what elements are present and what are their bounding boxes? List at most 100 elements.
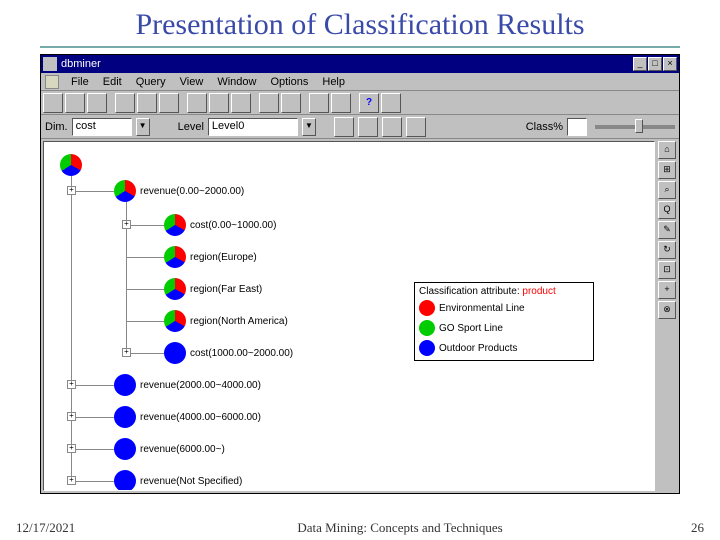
tree-node[interactable]: revenue(6000.00~) — [114, 438, 225, 460]
menu-query[interactable]: Query — [130, 75, 172, 89]
view-button-1[interactable] — [334, 117, 354, 137]
tree-node[interactable]: revenue(4000.00~6000.00) — [114, 406, 261, 428]
pie-icon — [114, 470, 136, 491]
tree-node[interactable]: region(Europe) — [164, 246, 257, 268]
legend-swatch-blue — [419, 340, 435, 356]
footer-date: 12/17/2021 — [16, 520, 136, 536]
pie-icon — [164, 310, 186, 332]
tree-expander[interactable]: + — [67, 476, 76, 485]
tree-expander[interactable]: + — [67, 444, 76, 453]
tree-connector — [126, 257, 164, 258]
pie-icon — [164, 342, 186, 364]
level-dropdown-arrow[interactable]: ▼ — [302, 118, 316, 136]
toolbar-help-button[interactable]: ? — [359, 93, 379, 113]
side-refresh-icon[interactable]: ↻ — [658, 241, 676, 259]
tree-node[interactable]: region(Far East) — [164, 278, 262, 300]
tree-expander[interactable]: + — [122, 348, 131, 357]
menu-window[interactable]: Window — [211, 75, 262, 89]
tree-node-label: region(North America) — [190, 316, 288, 327]
side-plus-icon[interactable]: + — [658, 281, 676, 299]
menu-edit[interactable]: Edit — [97, 75, 128, 89]
toolbar-button-5[interactable] — [137, 93, 157, 113]
class-field[interactable] — [567, 118, 587, 136]
toolbar-button-6[interactable] — [159, 93, 179, 113]
toolbar-button-12[interactable] — [309, 93, 329, 113]
legend-swatch-red — [419, 300, 435, 316]
minimize-button[interactable]: _ — [633, 57, 647, 71]
toolbar-button-3[interactable] — [87, 93, 107, 113]
side-edit-icon[interactable]: ✎ — [658, 221, 676, 239]
footer-title: Data Mining: Concepts and Techniques — [136, 520, 664, 536]
menu-view[interactable]: View — [174, 75, 210, 89]
view-button-3[interactable] — [382, 117, 402, 137]
menu-file[interactable]: File — [65, 75, 95, 89]
toolbar-button-8[interactable] — [209, 93, 229, 113]
tree-connector — [71, 176, 72, 476]
toolbar-button-9[interactable] — [231, 93, 251, 113]
tree-node-label: region(Europe) — [190, 252, 257, 263]
window-controls: _ □ × — [633, 57, 677, 71]
side-toolbar: ⌂ ⊞ ⌕ Q ✎ ↻ ⊡ + ⊗ — [657, 139, 679, 493]
view-button-2[interactable] — [358, 117, 378, 137]
pie-icon — [114, 406, 136, 428]
slide-footer: 12/17/2021 Data Mining: Concepts and Tec… — [0, 520, 720, 536]
pie-icon — [114, 438, 136, 460]
tree-node-label: cost(0.00~1000.00) — [190, 220, 276, 231]
tree-connector — [71, 417, 114, 418]
side-cancel-icon[interactable]: ⊗ — [658, 301, 676, 319]
tree-node[interactable]: region(North America) — [164, 310, 288, 332]
toolbar-button-7[interactable] — [187, 93, 207, 113]
toolbar-button-1[interactable] — [43, 93, 63, 113]
class-slider[interactable] — [595, 125, 675, 129]
dim-dropdown[interactable]: cost — [72, 118, 132, 136]
dim-label: Dim. — [45, 121, 68, 133]
tree-node[interactable] — [60, 154, 82, 176]
dim-dropdown-arrow[interactable]: ▼ — [136, 118, 150, 136]
tree-expander[interactable]: + — [67, 380, 76, 389]
tree-node[interactable]: cost(1000.00~2000.00) — [164, 342, 293, 364]
menu-help[interactable]: Help — [316, 75, 351, 89]
class-slider-thumb[interactable] — [635, 119, 643, 133]
legend-swatch-green — [419, 320, 435, 336]
tree-node[interactable]: revenue(Not Specified) — [114, 470, 242, 491]
title-underline — [40, 46, 680, 48]
toolbar-button-10[interactable] — [259, 93, 279, 113]
tree-node-label: revenue(0.00~2000.00) — [140, 186, 244, 197]
maximize-button[interactable]: □ — [648, 57, 662, 71]
toolbar-button-2[interactable] — [65, 93, 85, 113]
side-grid-icon[interactable]: ⊞ — [658, 161, 676, 179]
toolbar-button-11[interactable] — [281, 93, 301, 113]
view-button-4[interactable] — [406, 117, 426, 137]
menu-options[interactable]: Options — [264, 75, 314, 89]
tree-node[interactable]: revenue(0.00~2000.00) — [114, 180, 244, 202]
side-query-icon[interactable]: Q — [658, 201, 676, 219]
pie-icon — [60, 154, 82, 176]
side-box-icon[interactable]: ⊡ — [658, 261, 676, 279]
side-zoom-icon[interactable]: ⌕ — [658, 181, 676, 199]
tree-expander[interactable]: + — [122, 220, 131, 229]
tree-expander[interactable]: + — [67, 186, 76, 195]
toolbar-button-15[interactable] — [381, 93, 401, 113]
pie-icon — [114, 180, 136, 202]
system-menu-icon[interactable] — [45, 75, 59, 89]
legend-item: GO Sport Line — [417, 318, 591, 338]
side-home-icon[interactable]: ⌂ — [658, 141, 676, 159]
tree-connector — [126, 289, 164, 290]
toolbar-button-4[interactable] — [115, 93, 135, 113]
tree-node[interactable]: cost(0.00~1000.00) — [164, 214, 276, 236]
tree-node-label: revenue(4000.00~6000.00) — [140, 412, 261, 423]
toolbar-button-13[interactable] — [331, 93, 351, 113]
close-button[interactable]: × — [663, 57, 677, 71]
tree-node[interactable]: revenue(2000.00~4000.00) — [114, 374, 261, 396]
legend-label: GO Sport Line — [439, 323, 503, 334]
toolbar: ? — [41, 91, 679, 115]
tree-node-label: revenue(2000.00~4000.00) — [140, 380, 261, 391]
menubar: File Edit Query View Window Options Help — [41, 73, 679, 91]
legend-item: Outdoor Products — [417, 338, 591, 358]
window-titlebar[interactable]: dbminer _ □ × — [41, 55, 679, 73]
tree-expander[interactable]: + — [67, 412, 76, 421]
tree-node-label: cost(1000.00~2000.00) — [190, 348, 293, 359]
legend-title-prefix: Classification attribute: — [419, 286, 522, 297]
level-dropdown[interactable]: Level0 — [208, 118, 298, 136]
legend-title-attribute: product — [522, 286, 555, 297]
